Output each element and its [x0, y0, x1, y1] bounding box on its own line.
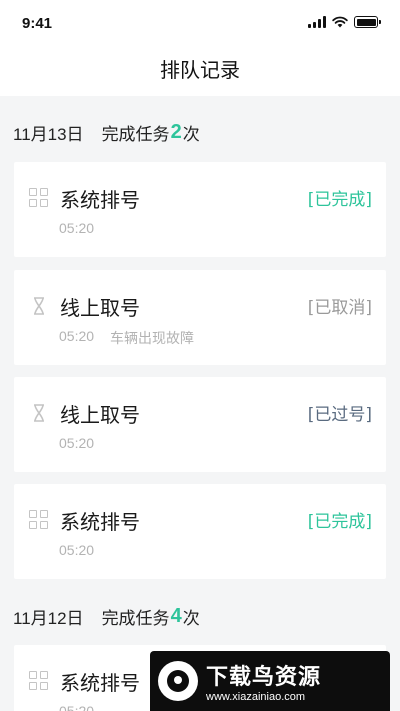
grid-icon [29, 671, 49, 691]
battery-icon [354, 16, 381, 28]
record-time: 05:20 [59, 703, 95, 711]
group-summary-suffix: 次 [182, 124, 200, 145]
page-title: 排队记录 [160, 58, 240, 82]
record-type: 线上取号 [60, 296, 140, 320]
group-summary-prefix: 完成任务 [101, 608, 170, 629]
record-type: 系统排号 [60, 671, 140, 695]
record-status: [已完成] [307, 190, 372, 210]
watermark-title: 下载鸟资源 [206, 665, 322, 690]
record-type: 系统排号 [60, 510, 140, 534]
record-status: [已过号] [307, 405, 372, 425]
record-type: 系统排号 [60, 188, 140, 212]
status-bar: 9:41 [0, 0, 400, 48]
watermark-logo-icon [158, 661, 198, 701]
record-status: [已完成] [307, 512, 372, 532]
queue-record-card[interactable]: 系统排号 [已完成] 05:20 [14, 162, 386, 257]
hourglass-icon [34, 297, 44, 315]
group-summary-suffix: 次 [182, 608, 200, 629]
queue-record-card[interactable]: 线上取号 [已过号] 05:20 [14, 377, 386, 472]
record-status: [已取消] [307, 298, 372, 318]
record-time: 05:20 [59, 542, 95, 558]
record-time: 05:20 [59, 220, 95, 236]
record-type: 线上取号 [60, 403, 140, 427]
date-group-header: 11月12日 完成任务 4 次 [13, 602, 200, 630]
group-date: 11月13日 [13, 124, 84, 144]
cellular-signal-icon [308, 16, 326, 28]
grid-icon [29, 510, 49, 530]
group-count: 4 [170, 604, 182, 627]
watermark-banner: 下载鸟资源 www.xiazainiao.com [150, 651, 390, 711]
date-group-header: 11月13日 完成任务 2 次 [13, 118, 200, 146]
group-date: 11月12日 [13, 608, 84, 628]
hourglass-icon [34, 404, 44, 422]
queue-record-card[interactable]: 系统排号 [已完成] 05:20 [14, 484, 386, 579]
record-time: 05:20 [59, 328, 95, 344]
grid-icon [29, 188, 49, 208]
status-icons [308, 16, 381, 28]
watermark-url: www.xiazainiao.com [206, 691, 306, 703]
status-time: 9:41 [22, 15, 53, 32]
group-count: 2 [170, 120, 182, 143]
record-time: 05:20 [59, 435, 95, 451]
record-note: 车辆出现故障 [110, 331, 194, 347]
wifi-icon [332, 16, 348, 28]
group-summary-prefix: 完成任务 [101, 124, 170, 145]
nav-bar: 排队记录 [0, 48, 400, 96]
queue-record-card[interactable]: 线上取号 [已取消] 05:20 车辆出现故障 [14, 270, 386, 365]
